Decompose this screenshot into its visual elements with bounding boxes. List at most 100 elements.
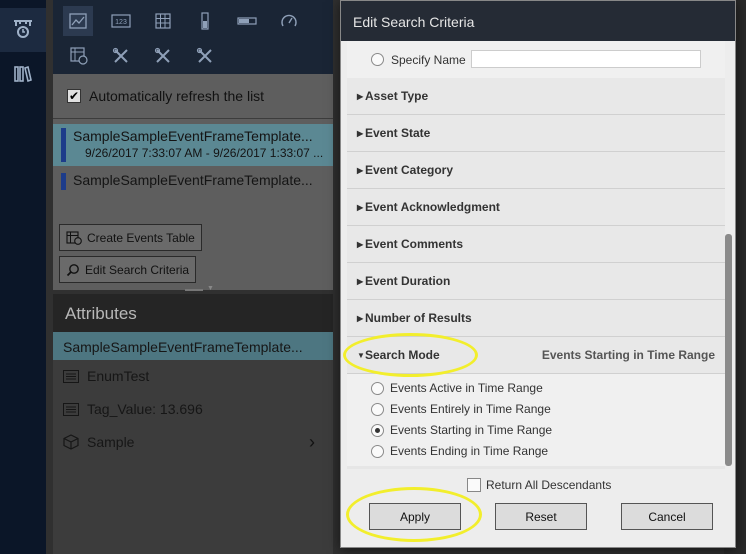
search-mode-option[interactable]: Events Ending in Time Range xyxy=(371,444,548,458)
section-event-comments[interactable]: ▶ Event Comments xyxy=(347,226,725,263)
tools-button-3[interactable] xyxy=(193,44,217,68)
table-symbol-button[interactable] xyxy=(151,9,175,33)
dialog-title: Edit Search Criteria xyxy=(341,1,735,41)
event-table-symbol-button[interactable] xyxy=(67,44,91,68)
app-rail xyxy=(0,0,46,554)
section-label: Asset Type xyxy=(365,89,429,103)
expand-arrow-icon: ▶ xyxy=(357,313,364,323)
search-mode-radio-selected[interactable] xyxy=(371,423,384,437)
attribute-label: Tag_Value: 13.696 xyxy=(87,401,203,417)
auto-refresh-label: Automatically refresh the list xyxy=(89,88,265,104)
attribute-row[interactable]: Tag_Value: 13.696 xyxy=(63,401,323,417)
auto-refresh-row[interactable]: ✔ Automatically refresh the list xyxy=(67,88,264,104)
search-mode-option-selected[interactable]: Events Starting in Time Range xyxy=(371,423,552,437)
edit-search-criteria-dialog: Edit Search Criteria Specify Name ▶ Asset… xyxy=(340,0,736,548)
edit-search-criteria-button[interactable]: Edit Search Criteria xyxy=(59,256,197,283)
chevron-down-icon: ▼ xyxy=(207,285,214,292)
apply-button[interactable]: Apply xyxy=(369,503,461,530)
event-list-item[interactable]: SampleSampleEventFrameTemplate... xyxy=(53,170,333,194)
table-icon xyxy=(155,13,171,29)
attribute-label: EnumTest xyxy=(87,368,150,384)
radial-gauge-icon xyxy=(281,14,297,27)
option-label: Events Active in Time Range xyxy=(390,381,543,395)
horizontal-gauge-button[interactable] xyxy=(235,9,259,33)
search-mode-radio[interactable] xyxy=(371,402,384,416)
option-label: Events Entirely in Time Range xyxy=(390,402,551,416)
search-mode-current-value: Events Starting in Time Range xyxy=(541,348,715,362)
search-icon xyxy=(66,263,79,276)
tools-icon xyxy=(112,47,128,63)
reset-button[interactable]: Reset xyxy=(495,503,587,530)
specify-name-radio[interactable] xyxy=(371,53,384,66)
auto-refresh-checkbox[interactable]: ✔ xyxy=(67,89,81,103)
radial-gauge-button[interactable] xyxy=(277,9,301,33)
svg-text:123: 123 xyxy=(115,19,127,26)
tools-icon xyxy=(196,47,212,63)
return-all-descendants-label: Return All Descendants xyxy=(486,478,612,492)
create-events-table-button[interactable]: Create Events Table xyxy=(59,224,202,251)
attribute-list-icon xyxy=(63,369,79,383)
event-time-range: 9/26/2017 7:33:07 AM - 9/26/2017 1:33:07… xyxy=(85,146,324,160)
search-mode-option[interactable]: Events Entirely in Time Range xyxy=(371,402,551,416)
section-label: Search Mode xyxy=(365,348,440,362)
criteria-scrollbar[interactable] xyxy=(724,40,733,468)
attributes-header: Attributes xyxy=(53,294,333,332)
rail-events-button[interactable] xyxy=(0,8,46,52)
chevron-right-icon[interactable]: › xyxy=(309,432,315,453)
expand-arrow-icon: ▶ xyxy=(357,91,364,101)
option-label: Events Starting in Time Range xyxy=(390,423,553,437)
trend-symbol-button[interactable] xyxy=(63,6,93,36)
attribute-row[interactable]: EnumTest xyxy=(63,368,323,384)
vertical-gauge-button[interactable] xyxy=(193,9,217,33)
section-label: Number of Results xyxy=(365,311,472,325)
vertical-gauge-icon xyxy=(201,12,209,30)
search-mode-radio[interactable] xyxy=(371,381,384,395)
return-all-descendants-row[interactable]: Return All Descendants xyxy=(467,478,611,492)
trend-icon xyxy=(69,13,87,29)
tools-button-2[interactable] xyxy=(151,44,175,68)
section-event-acknowledgment[interactable]: ▶ Event Acknowledgment xyxy=(347,189,725,226)
event-table-icon xyxy=(66,230,82,245)
section-label: Event Comments xyxy=(365,237,464,251)
attribute-element-selected[interactable]: SampleSampleEventFrameTemplate... xyxy=(53,332,333,360)
expand-arrow-icon: ▶ xyxy=(357,128,364,138)
cube-icon xyxy=(63,434,79,450)
section-event-state[interactable]: ▶ Event State xyxy=(347,115,725,152)
attribute-list-icon xyxy=(63,402,79,416)
attributes-panel: SampleSampleEventFrameTemplate... EnumTe… xyxy=(53,332,333,554)
create-events-table-label: Create Events Table xyxy=(87,230,195,245)
search-mode-option[interactable]: Events Active in Time Range xyxy=(371,381,543,395)
attribute-label: Sample xyxy=(87,434,135,450)
panel-splitter[interactable]: ▼ xyxy=(185,285,215,292)
divider xyxy=(53,118,333,119)
value-symbol-button[interactable]: 123 xyxy=(109,9,133,33)
tools-icon xyxy=(154,47,170,63)
expand-arrow-icon: ▶ xyxy=(357,165,364,175)
section-event-category[interactable]: ▶ Event Category xyxy=(347,152,725,189)
section-label: Event State xyxy=(365,126,431,140)
rail-library-button[interactable] xyxy=(0,54,46,98)
section-asset-type[interactable]: ▶ Asset Type xyxy=(347,78,725,115)
event-name: SampleSampleEventFrameTemplate... xyxy=(73,172,313,188)
library-icon xyxy=(12,63,34,90)
criteria-list: Specify Name ▶ Asset Type ▶ Event State ▶ E… xyxy=(347,41,725,469)
specify-name-label: Specify Name xyxy=(391,53,466,67)
search-mode-radio[interactable] xyxy=(371,444,384,458)
edit-search-criteria-label: Edit Search Criteria xyxy=(85,262,190,277)
section-search-mode[interactable]: ▼ Search Mode Events Starting in Time Ra… xyxy=(347,337,725,374)
event-list-panel: ✔ Automatically refresh the list SampleS… xyxy=(53,74,333,290)
cancel-button[interactable]: Cancel xyxy=(621,503,713,530)
specify-name-input[interactable] xyxy=(471,50,701,68)
return-all-descendants-checkbox[interactable] xyxy=(467,478,481,492)
attribute-row-expandable[interactable]: Sample › xyxy=(63,432,323,453)
search-mode-options: Events Active in Time Range Events Entir… xyxy=(347,374,725,466)
section-event-duration[interactable]: ▶ Event Duration xyxy=(347,263,725,300)
section-label: Event Category xyxy=(365,163,454,177)
event-list-item-selected[interactable]: SampleSampleEventFrameTemplate... 9/26/2… xyxy=(53,124,333,166)
event-color-bar xyxy=(61,173,66,190)
expand-arrow-icon: ▶ xyxy=(357,276,364,286)
section-number-of-results[interactable]: ▶ Number of Results xyxy=(347,300,725,337)
scrollbar-thumb[interactable] xyxy=(725,234,732,466)
event-name: SampleSampleEventFrameTemplate... xyxy=(73,128,313,144)
tools-button-1[interactable] xyxy=(109,44,133,68)
